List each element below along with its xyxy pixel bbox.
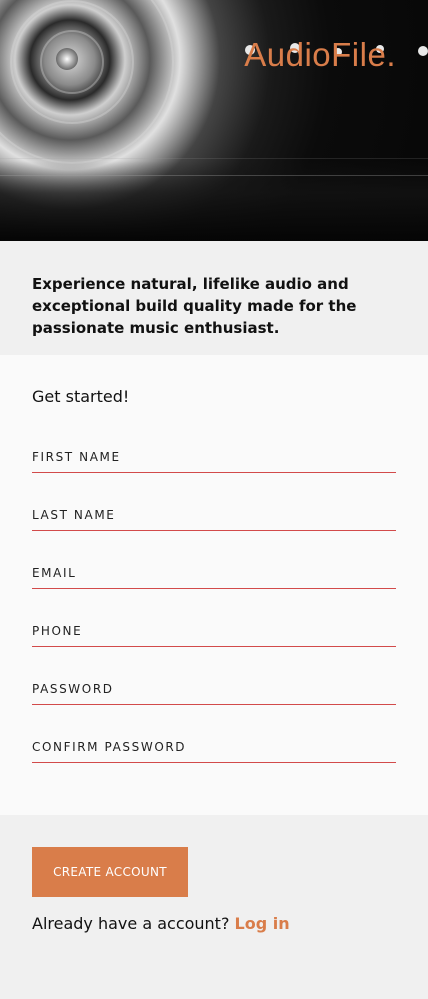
email-label: EMAIL	[32, 566, 77, 580]
email-field[interactable]: EMAIL	[32, 562, 396, 589]
password-field[interactable]: PASSWORD	[32, 678, 396, 705]
login-link[interactable]: Log in	[235, 914, 290, 933]
confirm-password-field[interactable]: CONFIRM PASSWORD	[32, 736, 396, 763]
hero-light-dot	[418, 46, 428, 56]
intro-text: Experience natural, lifelike audio and e…	[32, 275, 357, 337]
lens-core	[56, 48, 78, 70]
first-name-label: FIRST NAME	[32, 450, 121, 464]
signup-form: Get started! FIRST NAME LAST NAME EMAIL …	[0, 355, 428, 815]
login-prompt-text: Already have a account?	[32, 914, 230, 933]
confirm-password-label: CONFIRM PASSWORD	[32, 740, 187, 754]
form-title: Get started!	[32, 387, 130, 406]
intro-section: Experience natural, lifelike audio and e…	[0, 241, 428, 355]
last-name-label: LAST NAME	[32, 508, 116, 522]
password-label: PASSWORD	[32, 682, 114, 696]
hero-image: AudioFile.	[0, 0, 428, 241]
hero-floor-shadow	[0, 161, 428, 241]
hero-floor-line	[0, 158, 428, 159]
hero-floor-line	[0, 175, 428, 176]
form-actions: CREATE ACCOUNT Already have a account? L…	[0, 815, 428, 965]
phone-field[interactable]: PHONE	[32, 620, 396, 647]
login-prompt-row: Already have a account? Log in	[32, 914, 396, 933]
brand-logo: AudioFile.	[244, 36, 396, 73]
last-name-field[interactable]: LAST NAME	[32, 504, 396, 531]
first-name-field[interactable]: FIRST NAME	[32, 446, 396, 473]
phone-label: PHONE	[32, 624, 83, 638]
create-account-button[interactable]: CREATE ACCOUNT	[32, 847, 188, 897]
